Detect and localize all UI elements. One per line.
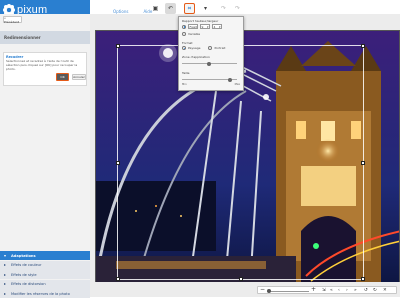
chevron-down-icon: ▾ [195, 24, 197, 29]
size-scale-max: Max [234, 83, 240, 86]
format-portrait-radio[interactable] [208, 46, 213, 50]
view-icon[interactable]: ▾ [200, 3, 211, 14]
ratio-free-radio[interactable] [182, 32, 186, 36]
nav-item-label: Effets de distorsion [11, 282, 46, 286]
photo-image[interactable] [95, 30, 400, 286]
delete-icon[interactable]: ✕ [383, 288, 387, 293]
size-section-label: Taille [182, 71, 190, 75]
zone-section-label: Zone d'application [182, 55, 210, 59]
save-icon[interactable]: ▣ [150, 3, 161, 14]
chevron-right-icon: ▸ [4, 271, 7, 277]
fit-icon[interactable]: ⇲ [322, 288, 326, 293]
next-page-icon[interactable]: › [346, 288, 348, 293]
last-page-icon[interactable]: » [354, 288, 357, 293]
ratio-fixed-row: Fixe ▾ 9 ▾ 4 ▾ [182, 24, 222, 29]
ratio-fixed-radio[interactable] [182, 24, 186, 29]
chevron-right-icon: ▸ [4, 290, 7, 296]
forward-icon[interactable]: ↷ [232, 3, 243, 14]
chevron-right-icon: ▸ [4, 281, 7, 286]
chevron-right-icon: ▸ [4, 262, 7, 267]
rotate-left-icon[interactable]: ↺ [364, 288, 368, 293]
first-page-icon[interactable]: « [330, 288, 333, 293]
zoom-slider[interactable] [267, 289, 309, 293]
crop-box: Recadrer Sélectionnez et recadrez à l’ai… [3, 52, 87, 86]
crop-icon[interactable]: ⌗ [184, 3, 195, 14]
ratio-free-label: Variable [188, 32, 201, 36]
size-scale: Min Max [182, 83, 240, 86]
format-landscape-label: Paysage [188, 46, 201, 50]
nav-item-style-effects[interactable]: ▸ Effets de style [0, 270, 90, 279]
nav-item-color-effects[interactable]: ▸ Effets de couleur [0, 260, 90, 270]
ratio-height-select[interactable]: 4 ▾ [212, 24, 222, 29]
ok-button[interactable]: OK [56, 73, 69, 81]
format-portrait-label: Portrait [214, 46, 226, 50]
back-button[interactable]: « Précédent [3, 16, 22, 24]
ratio-width-select[interactable]: 9 ▾ [200, 24, 210, 29]
zoom-control: − + ⇲ « ‹ › » ↺ ↻ ✕ [257, 286, 397, 294]
prev-page-icon[interactable]: ‹ [338, 288, 340, 293]
size-scale-min: Min [182, 83, 187, 86]
nav-item-label: Adaptations [11, 253, 36, 258]
redo-icon[interactable]: ↷ [218, 3, 229, 14]
nav-item-label: Effets de couleur [11, 263, 42, 267]
panel-title: Redimensionner [4, 35, 41, 40]
size-slider[interactable] [182, 77, 237, 82]
ratio-section-label: Rapport hauteur/largeur [182, 19, 219, 23]
zoom-in-icon[interactable]: + [311, 286, 316, 293]
chevron-down-icon: ▾ [4, 252, 7, 258]
rotate-right-icon[interactable]: ↻ [373, 288, 377, 293]
cancel-button[interactable]: Annuler [72, 74, 86, 80]
panel-title-bar: Redimensionner [0, 31, 90, 44]
chevron-down-icon: ▾ [206, 24, 209, 29]
ratio-mode-select[interactable]: Fixe ▾ [188, 24, 198, 29]
nav-item-distortion-effects[interactable]: ▸ Effets de distorsion [0, 279, 90, 289]
zoom-slider-thumb[interactable] [267, 289, 271, 293]
photo-canvas [90, 14, 400, 297]
ratio-free-row: Variable [182, 32, 200, 36]
nav-item-label: Modifier les réserves de la photo [11, 291, 70, 296]
zoom-out-icon[interactable]: − [260, 286, 265, 293]
crop-options-popup: Rapport hauteur/largeur Fixe ▾ 9 ▾ 4 ▾ Vari… [178, 16, 244, 91]
nav-item-adaptations[interactable]: ▾ Adaptations [0, 251, 90, 260]
zone-slider-thumb[interactable] [207, 61, 211, 66]
ratio-width-value: 9 [201, 24, 204, 29]
size-slider-thumb[interactable] [228, 77, 232, 82]
format-row: Paysage Portrait [182, 46, 225, 50]
tower-bridge-photo [96, 31, 399, 285]
bottom-bar: − + ⇲ « ‹ › » ↺ ↻ ✕ [90, 282, 400, 297]
format-section-label: Format [182, 41, 193, 45]
left-nav: ▾ Adaptations ▸ Effets de couleur ▸ Effe… [0, 251, 90, 299]
crop-description: Sélectionnez et recadrez à l’aide de l’o… [6, 59, 78, 71]
format-landscape-radio[interactable] [182, 46, 186, 50]
chevron-down-icon: ▾ [218, 24, 221, 29]
zone-slider[interactable] [182, 61, 237, 66]
undo-icon[interactable]: ↶ [165, 3, 176, 14]
ratio-height-value: 4 [213, 24, 216, 29]
nav-item-label: Effets de style [11, 272, 37, 277]
